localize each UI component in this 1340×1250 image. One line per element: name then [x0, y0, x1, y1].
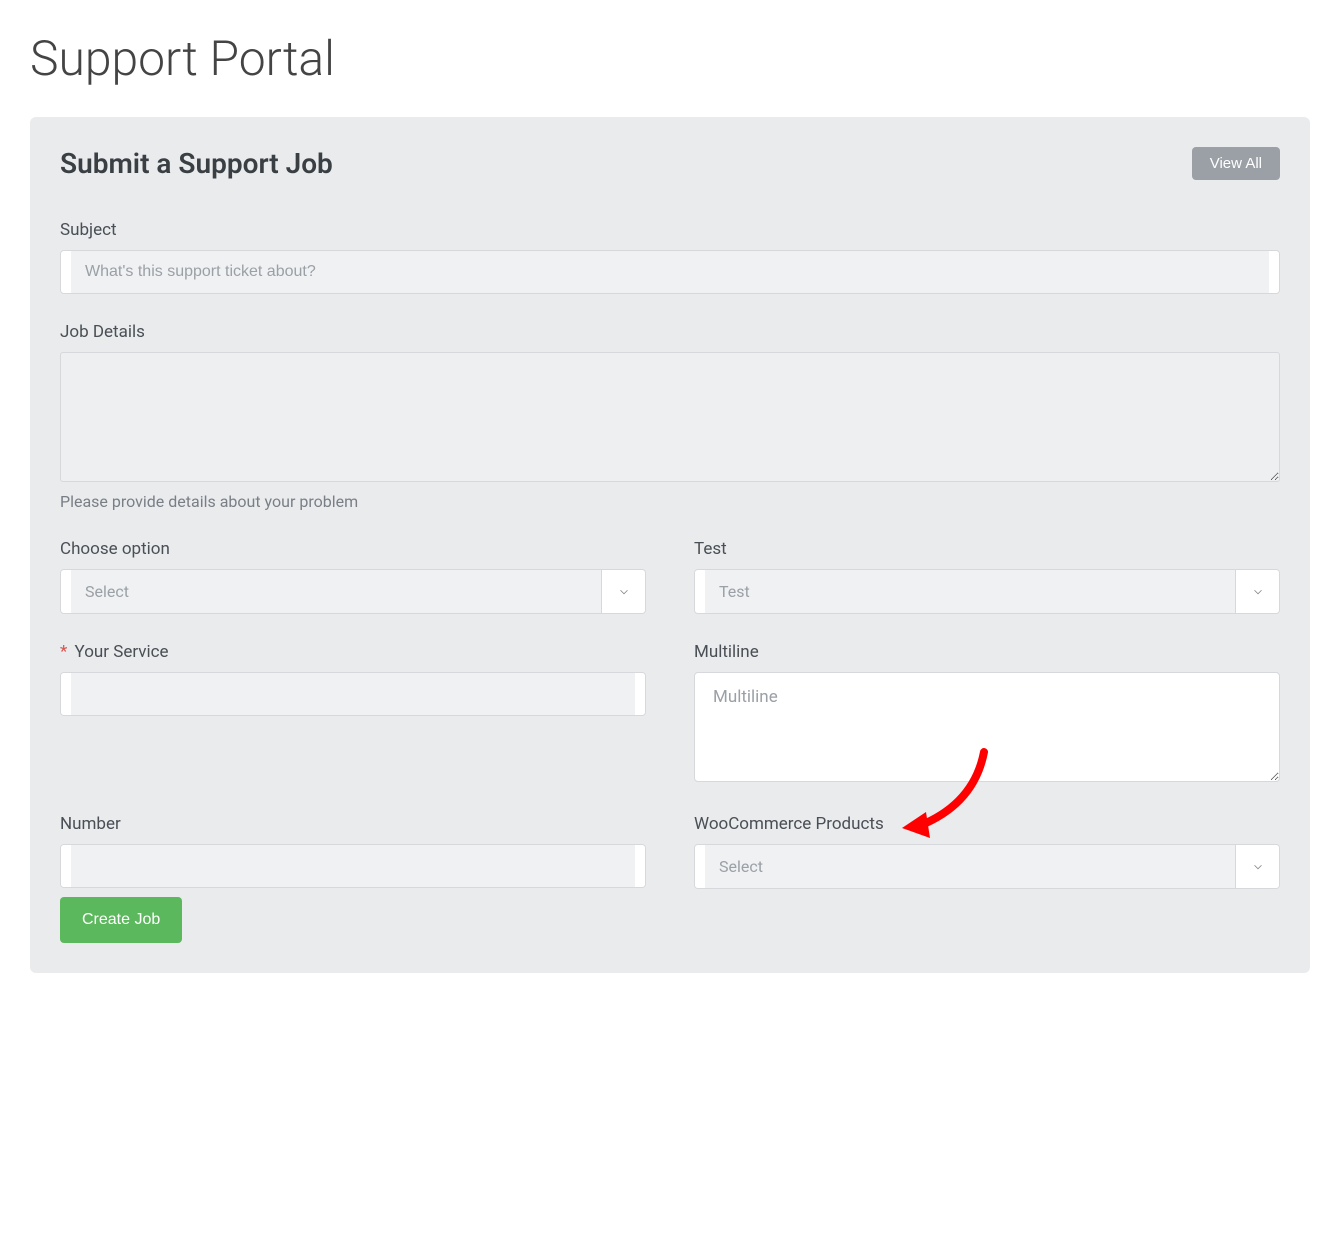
your-service-input-wrapper: [60, 672, 646, 716]
number-group: Number: [60, 814, 646, 889]
form-row: * Your Service Multiline: [60, 642, 1280, 786]
panel-header: Submit a Support Job View All: [60, 147, 1280, 180]
select-pad: [61, 570, 71, 613]
select-pad: [695, 570, 705, 613]
input-pad: [61, 251, 71, 293]
subject-label: Subject: [60, 220, 1280, 240]
page-title: Support Portal: [30, 30, 1310, 87]
required-asterisk: *: [60, 642, 67, 662]
subject-input[interactable]: [71, 251, 1269, 293]
woocommerce-products-select[interactable]: Select: [694, 844, 1280, 889]
choose-option-value: Select: [71, 570, 601, 613]
chevron-down-icon: [601, 570, 645, 613]
multiline-group: Multiline: [694, 642, 1280, 786]
test-value: Test: [705, 570, 1235, 613]
multiline-textarea[interactable]: [694, 672, 1280, 782]
chevron-down-icon: [1235, 845, 1279, 888]
number-input-wrapper: [60, 844, 646, 888]
create-job-button[interactable]: Create Job: [60, 897, 182, 943]
input-pad: [635, 673, 645, 715]
job-details-label: Job Details: [60, 322, 1280, 342]
form-row: Choose option Select Test Test: [60, 539, 1280, 614]
input-pad: [61, 845, 71, 887]
choose-option-group: Choose option Select: [60, 539, 646, 614]
form-row: Number WooCommerce Products Select: [60, 814, 1280, 889]
panel-title: Submit a Support Job: [60, 147, 333, 180]
your-service-label: * Your Service: [60, 642, 646, 662]
test-label: Test: [694, 539, 1280, 559]
test-select[interactable]: Test: [694, 569, 1280, 614]
number-input[interactable]: [71, 845, 635, 887]
choose-option-select[interactable]: Select: [60, 569, 646, 614]
your-service-label-text: Your Service: [75, 642, 169, 662]
view-all-button[interactable]: View All: [1192, 147, 1280, 180]
subject-input-wrapper: [60, 250, 1280, 294]
input-pad: [1269, 251, 1279, 293]
input-pad: [61, 673, 71, 715]
number-label: Number: [60, 814, 646, 834]
test-group: Test Test: [694, 539, 1280, 614]
support-form-panel: Submit a Support Job View All Subject Jo…: [30, 117, 1310, 973]
woocommerce-products-group: WooCommerce Products Select: [694, 814, 1280, 889]
job-details-helper: Please provide details about your proble…: [60, 492, 1280, 511]
job-details-group: Job Details Please provide details about…: [60, 322, 1280, 511]
your-service-group: * Your Service: [60, 642, 646, 786]
woocommerce-products-label: WooCommerce Products: [694, 814, 1280, 834]
chevron-down-icon: [1235, 570, 1279, 613]
job-details-textarea[interactable]: [60, 352, 1280, 482]
woocommerce-products-value: Select: [705, 845, 1235, 888]
your-service-input[interactable]: [71, 673, 635, 715]
subject-group: Subject: [60, 220, 1280, 294]
multiline-label: Multiline: [694, 642, 1280, 662]
select-pad: [695, 845, 705, 888]
input-pad: [635, 845, 645, 887]
choose-option-label: Choose option: [60, 539, 646, 559]
